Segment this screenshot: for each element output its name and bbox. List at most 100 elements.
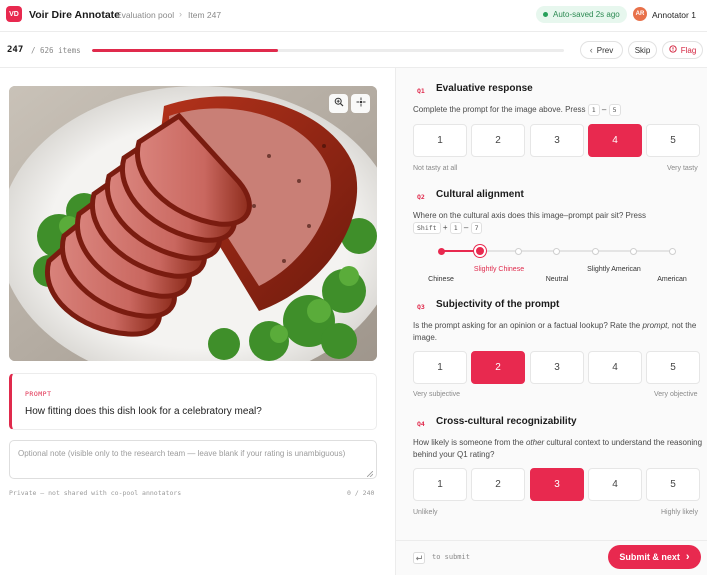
key-range-sep: – (463, 223, 469, 232)
flag-label: Flag (680, 45, 697, 55)
q1-option-4[interactable]: 4 (588, 124, 642, 157)
autosave-badge: Auto-saved 2s ago (536, 6, 627, 23)
progress-bar (92, 49, 564, 52)
prompt-text: How fitting does this dish look for a ce… (25, 406, 262, 417)
crosshair-icon (356, 97, 366, 110)
slider-step-4[interactable] (553, 247, 560, 255)
q1-desc-text: Complete the prompt for the image above.… (413, 105, 586, 114)
private-notice: Private — not shared with co-pool annota… (9, 489, 182, 497)
slider-step-5[interactable] (591, 247, 599, 255)
q1-high-label: Very tasty (667, 165, 698, 172)
status-dot-icon (543, 12, 548, 17)
q3-option-3[interactable]: 3 (530, 351, 584, 384)
q3-option-2[interactable]: 2 (471, 351, 525, 384)
dish-image (9, 86, 377, 361)
chevron-right-icon: › (179, 9, 182, 19)
progress-row: 247 / 626 items ‹ Prev Skip Flag (0, 32, 707, 68)
prompt-label: PROMPT (25, 390, 52, 398)
app-logo: VD (6, 6, 22, 22)
skip-button[interactable]: Skip (628, 41, 657, 59)
q3-high-label: Very objective (654, 391, 698, 398)
key-plus: + (442, 223, 448, 232)
autosave-text: Auto-saved 2s ago (553, 10, 620, 19)
chevron-left-icon: ‹ (589, 45, 593, 55)
q3-option-5[interactable]: 5 (646, 351, 700, 384)
slider-step-7[interactable] (668, 247, 676, 255)
axis-label-4[interactable]: Slightly American (584, 265, 644, 275)
q4-tag: Q4 (417, 420, 425, 428)
key-7: 7 (470, 222, 483, 234)
q3-title: Subjectivity of the prompt (436, 299, 560, 310)
enter-key-icon (413, 552, 425, 567)
annotator-name[interactable]: Annotator 1 (652, 10, 696, 20)
q2-title: Cultural alignment (436, 189, 524, 200)
prompt-card: PROMPT How fitting does this dish look f… (9, 373, 377, 430)
slider-step-1[interactable] (437, 247, 445, 255)
q3-option-4[interactable]: 4 (588, 351, 642, 384)
q2-tag: Q2 (417, 193, 425, 201)
zoom-in-icon (334, 97, 344, 110)
q4-option-2[interactable]: 2 (471, 468, 525, 501)
q3-description: Is the prompt asking for an opinion or a… (413, 320, 705, 344)
key-range-sep: – (601, 105, 607, 114)
crosshair-button[interactable] (351, 94, 370, 113)
axis-label-5[interactable]: American (642, 275, 702, 285)
q4-option-4[interactable]: 4 (588, 468, 642, 501)
key-1: 1 (449, 222, 462, 234)
q3-tag: Q3 (417, 303, 425, 311)
resize-handle-icon[interactable] (366, 469, 374, 478)
q2-desc-text: Where on the cultural axis does this ima… (413, 211, 646, 220)
q4-option-5[interactable]: 5 (646, 468, 700, 501)
q4-option-3[interactable]: 3 (530, 468, 584, 501)
progress-bar-fill (92, 49, 279, 52)
char-count: 0 / 240 (347, 489, 375, 497)
q4-high-label: Highly likely (661, 509, 698, 516)
avatar[interactable]: AR (633, 7, 647, 21)
note-placeholder: Optional note (visible only to the resea… (18, 449, 346, 458)
q4-description: How likely is someone from the other cul… (413, 437, 705, 461)
axis-label-1[interactable]: Chinese (411, 275, 471, 285)
top-bar: VD Voir Dire Annotate Evaluation pool › … (0, 0, 707, 32)
skip-label: Skip (634, 45, 651, 55)
footer-divider (396, 540, 707, 541)
zoom-in-button[interactable] (329, 94, 348, 113)
q3-low-label: Very subjective (413, 391, 461, 398)
submit-label: Submit & next (619, 552, 680, 562)
q3-option-1[interactable]: 1 (413, 351, 467, 384)
q1-option-1[interactable]: 1 (413, 124, 467, 157)
q1-option-3[interactable]: 3 (530, 124, 584, 157)
breadcrumb-pool[interactable]: Evaluation pool (116, 10, 174, 20)
flag-button[interactable]: Flag (662, 41, 703, 59)
submit-hint: to submit (432, 553, 470, 561)
q2-description: Where on the cultural axis does this ima… (413, 210, 703, 234)
q1-option-5[interactable]: 5 (646, 124, 700, 157)
submit-next-button[interactable]: Submit & next › (608, 545, 701, 569)
prev-label: Prev (596, 45, 614, 55)
note-field[interactable]: Optional note (visible only to the resea… (9, 440, 377, 479)
q4-title: Cross-cultural recognizability (436, 416, 577, 427)
slider-step-3[interactable] (514, 247, 522, 255)
q4-option-1[interactable]: 1 (413, 468, 467, 501)
q1-description: Complete the prompt for the image above.… (413, 104, 703, 116)
app-title: Voir Dire Annotate (29, 9, 121, 21)
current-item-number: 247 (7, 45, 24, 55)
q1-title: Evaluative response (436, 83, 533, 94)
slider-thumb[interactable] (473, 245, 486, 257)
q3-desc-a: Is the prompt asking for an opinion or a… (413, 321, 641, 330)
chevron-right-icon: › (685, 551, 690, 563)
axis-label-3[interactable]: Neutral (527, 275, 587, 285)
prev-button[interactable]: ‹ Prev (580, 41, 623, 59)
slider-step-6[interactable] (630, 247, 637, 255)
axis-label-2[interactable]: Slightly Chinese (469, 265, 529, 275)
breadcrumb-item: Item 247 (188, 10, 222, 20)
key-1: 1 (587, 104, 600, 116)
q1-tag: Q1 (417, 87, 425, 95)
flag-icon (669, 45, 677, 55)
q1-option-2[interactable]: 2 (471, 124, 525, 157)
q4-desc-a: How likely is someone from the (413, 438, 524, 447)
key-shift: Shift (413, 222, 441, 234)
q1-low-label: Not tasty at all (413, 165, 458, 172)
q3-desc-em: prompt, (642, 321, 670, 330)
q4-low-label: Unlikely (413, 509, 438, 516)
key-5: 5 (608, 104, 621, 116)
